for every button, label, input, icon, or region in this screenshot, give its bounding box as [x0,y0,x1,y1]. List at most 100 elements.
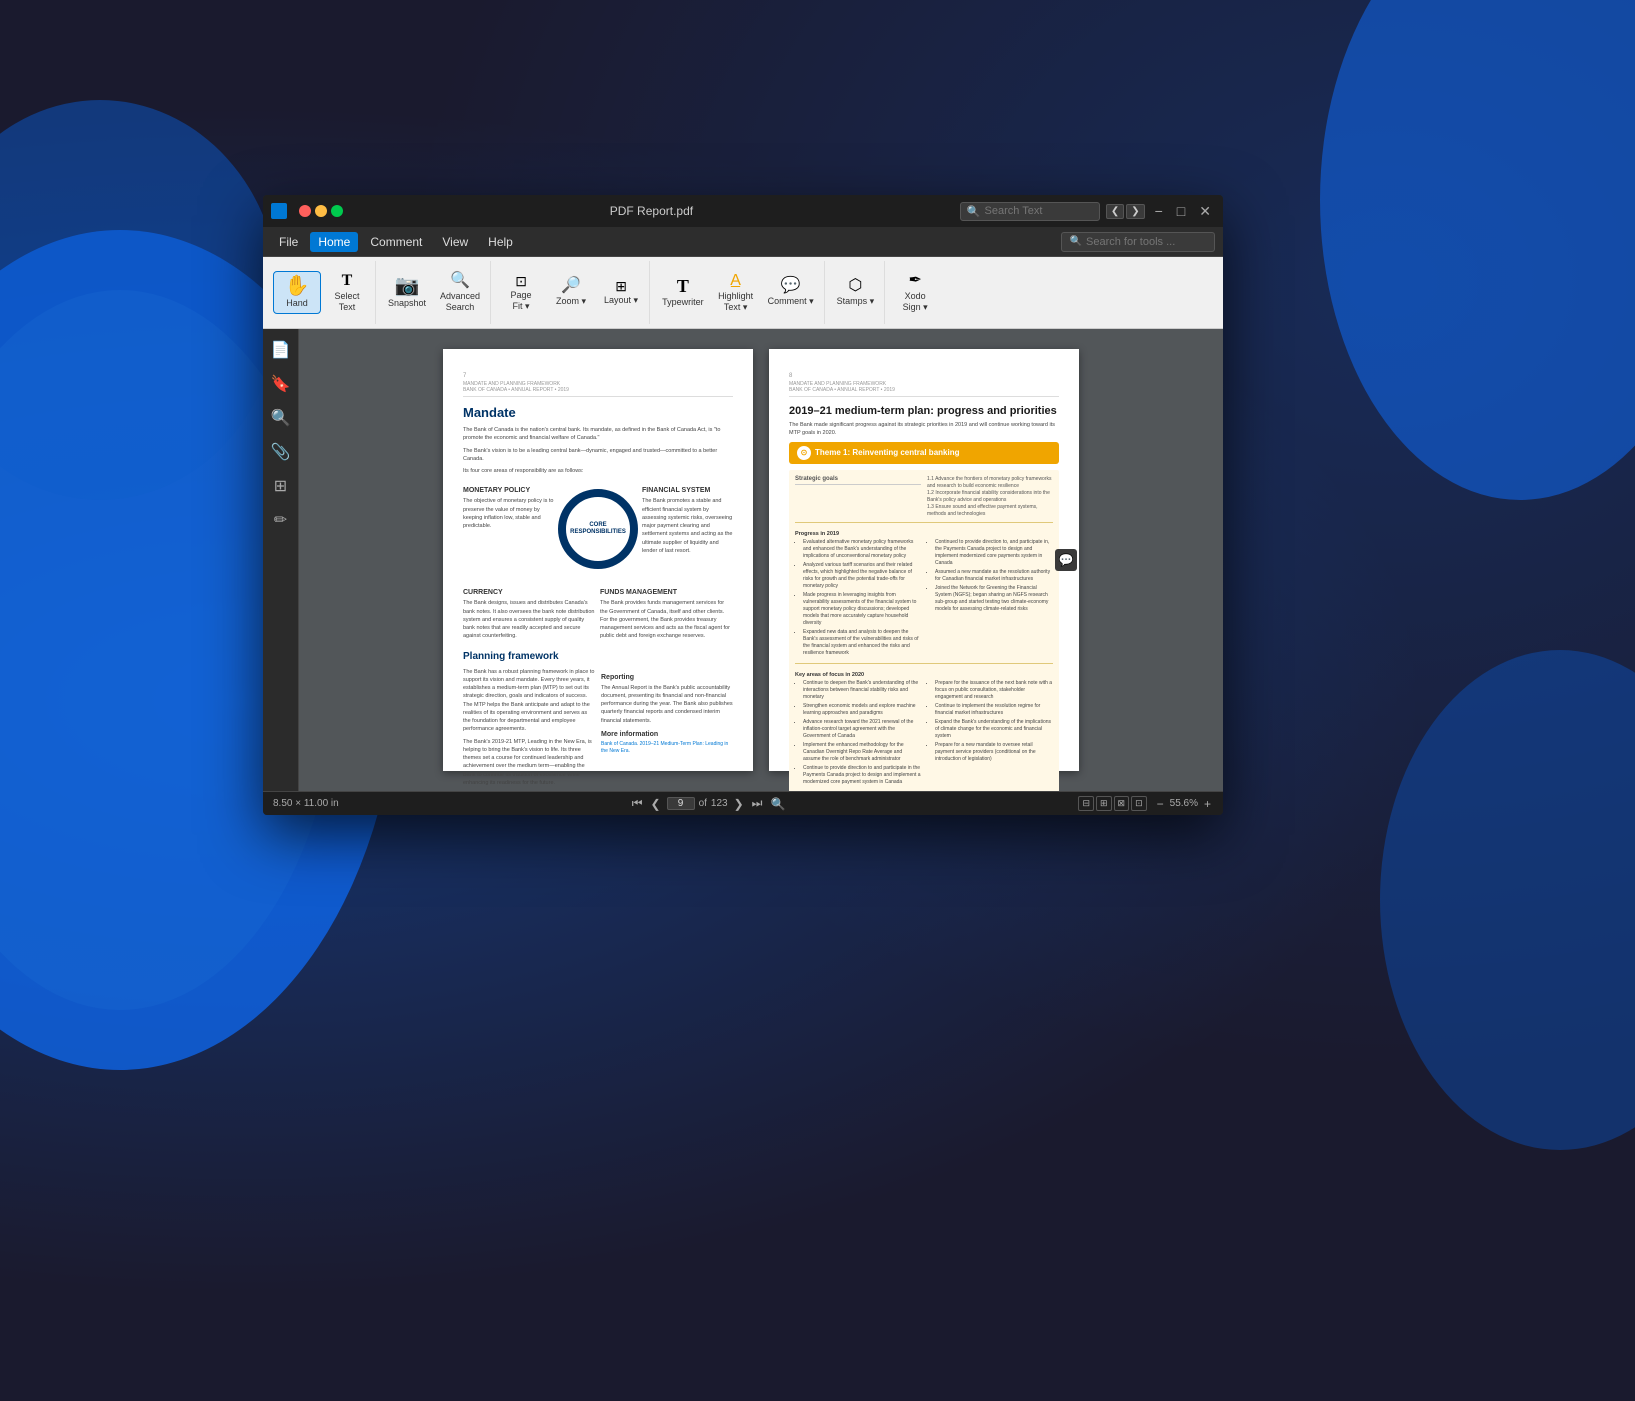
tool-group-sign: ✒ XodoSign ▾ [887,261,943,324]
page-total-text: of [699,798,707,809]
title-bar-right: 🔍 ❮ ❯ − □ ✕ [960,202,1215,221]
tool-page-fit-btn[interactable]: ⊡ PageFit ▾ [497,270,545,316]
page-next-btn[interactable]: ❯ [732,797,746,811]
search-text-input[interactable] [985,205,1085,217]
menu-comment[interactable]: Comment [362,232,430,252]
page-size-text: 8.50 × 11.00 in [273,798,339,809]
stamps-icon: ⬡ [848,278,862,294]
double-page-btn[interactable]: ⊞ [1096,796,1112,811]
menu-view[interactable]: View [434,232,476,252]
zoom-controls: − 55.6% + [1155,797,1213,811]
zoom-in-btn[interactable]: + [1202,797,1213,811]
core-circle: CORE RESPONSIBILITIES [558,489,638,569]
p2019-r2: Assumed a new mandate as the resolution … [935,569,1053,583]
tool-stamps-btn[interactable]: ⬡ Stamps ▾ [831,274,881,311]
tool-typewriter-label: Typewriter [662,297,704,308]
menu-help[interactable]: Help [480,232,521,252]
tool-xodo-sign-btn[interactable]: ✒ XodoSign ▾ [891,269,939,317]
scroll-btn[interactable]: ⊠ [1114,796,1130,811]
tool-group-basic: ✋ Hand T SelectText [269,261,376,324]
pdf-page-8: 8 MANDATE AND PLANNING FRAMEWORK BANK OF… [769,349,1079,771]
reporting-title: Reporting [601,674,733,681]
tool-group-text: T Typewriter A̲ HighlightText ▾ 💬 Commen… [652,261,825,324]
p2019-l3: Made progress in leveraging insights fro… [803,592,921,627]
total-pages-text: 123 [711,798,728,809]
highlight-icon: A̲ [730,273,741,289]
tool-select-text-btn[interactable]: T SelectText [323,269,371,317]
p2019-l1: Evaluated alternative monetary policy fr… [803,539,921,560]
strategic-goals-content: 1.1 Advance the frontiers of monetary po… [927,476,1053,518]
menu-search-icon: 🔍 [1070,236,1082,247]
comment-icon: 💬 [781,278,801,294]
page-last-btn[interactable]: ⏭ [750,796,765,811]
tool-zoom-label: Zoom ▾ [556,296,586,307]
fit-btn[interactable]: ⊡ [1131,796,1147,811]
sidebar-pages-btn[interactable]: 📄 [266,335,296,365]
sidebar-signatures-btn[interactable]: ✏ [266,505,296,535]
current-page-input[interactable] [667,797,695,810]
search-next-btn[interactable]: ❯ [1126,204,1144,219]
sidebar-attachments-btn[interactable]: 📎 [266,437,296,467]
typewriter-icon: T [677,277,689,295]
right-panel-toggle-btn[interactable]: 💬 [1055,549,1077,571]
mandate-title: Mandate [463,405,733,420]
page-7-header: MANDATE AND PLANNING FRAMEWORK BANK OF C… [463,381,733,397]
sidebar-search-btn[interactable]: 🔍 [266,403,296,433]
search-prev-btn[interactable]: ❮ [1106,204,1124,219]
tool-comment-label: Comment ▾ [768,296,814,307]
mandate-text1: The Bank of Canada is the nation's centr… [463,426,733,443]
title-search-box[interactable]: 🔍 [960,202,1100,221]
f2020-l5: Continue to provide direction to and par… [803,765,921,786]
tool-hand-btn[interactable]: ✋ Hand [273,271,321,314]
status-bar: 8.50 × 11.00 in ⏮ ❮ of 123 ❯ ⏭ 🔍 ⊟ ⊞ ⊠ ⊡… [263,791,1223,815]
menu-file[interactable]: File [271,232,306,252]
zoom-icon: 🔎 [561,278,581,294]
page-7-number: 7 [463,373,733,379]
tool-highlight-label: HighlightText ▾ [718,291,753,313]
menu-search-box[interactable]: 🔍 [1061,232,1215,252]
mandate-text3: Its four core areas of responsibility ar… [463,467,733,475]
page-navigation: ⏮ ❮ of 123 ❯ ⏭ 🔍 [630,796,788,811]
currency-text: The Bank designs, issues and distributes… [463,599,596,640]
minimize-btn[interactable] [315,205,327,217]
page8-main-title: 2019–21 medium-term plan: progress and p… [789,405,1059,417]
f2020-l4: Implement the enhanced methodology for t… [803,742,921,763]
f2020-l2: Strengthen economic models and explore m… [803,703,921,717]
focus-2020-right: Prepare for the issuance of the next ban… [927,680,1053,788]
more-info-title: More information [601,731,733,738]
planning-title: Planning framework [463,651,733,662]
reporting-text: The Annual Report is the Bank's public a… [601,684,733,725]
menu-home[interactable]: Home [310,232,358,252]
tool-group-annotate: 📷 Snapshot 🔍 AdvancedSearch [378,261,491,324]
page-prev-btn[interactable]: ❮ [649,797,663,811]
tool-advanced-search-label: AdvancedSearch [440,291,480,313]
tool-comment-btn[interactable]: 💬 Comment ▾ [762,274,820,311]
maximize-btn[interactable] [331,205,343,217]
tool-advanced-search-btn[interactable]: 🔍 AdvancedSearch [434,269,486,317]
page-first-btn[interactable]: ⏮ [630,796,645,811]
tool-snapshot-btn[interactable]: 📷 Snapshot [382,272,432,313]
window-controls [299,205,343,217]
tool-typewriter-btn[interactable]: T Typewriter [656,273,710,312]
search-icon-btn[interactable]: 🔍 [768,797,787,811]
sidebar-layers-btn[interactable]: ⊞ [266,471,296,501]
tool-layout-label: Layout ▾ [604,295,638,306]
tool-highlight-btn[interactable]: A̲ HighlightText ▾ [712,269,760,317]
zoom-out-btn[interactable]: − [1155,797,1166,811]
window-minimize-btn[interactable]: − [1151,203,1167,219]
theme-content: Strategic goals 1.1 Advance the frontier… [789,470,1059,792]
window-close-btn[interactable]: ✕ [1195,203,1215,220]
menu-search-input[interactable] [1086,236,1206,248]
close-btn[interactable] [299,205,311,217]
window-maximize-btn[interactable]: □ [1173,203,1189,219]
single-page-btn[interactable]: ⊟ [1078,796,1094,811]
tool-layout-btn[interactable]: ⊞ Layout ▾ [597,275,645,310]
search-nav-arrows: ❮ ❯ [1106,204,1145,219]
page-fit-icon: ⊡ [515,274,527,288]
p2019-r3: Joined the Network for Greening the Fina… [935,585,1053,613]
pdf-viewer[interactable]: 7 MANDATE AND PLANNING FRAMEWORK BANK OF… [299,329,1223,791]
tool-zoom-btn[interactable]: 🔎 Zoom ▾ [547,274,595,311]
sidebar-bookmarks-btn[interactable]: 🔖 [266,369,296,399]
progress-2019-left: Evaluated alternative monetary policy fr… [795,539,921,659]
f2020-l3: Advance research toward the 2021 renewal… [803,719,921,740]
